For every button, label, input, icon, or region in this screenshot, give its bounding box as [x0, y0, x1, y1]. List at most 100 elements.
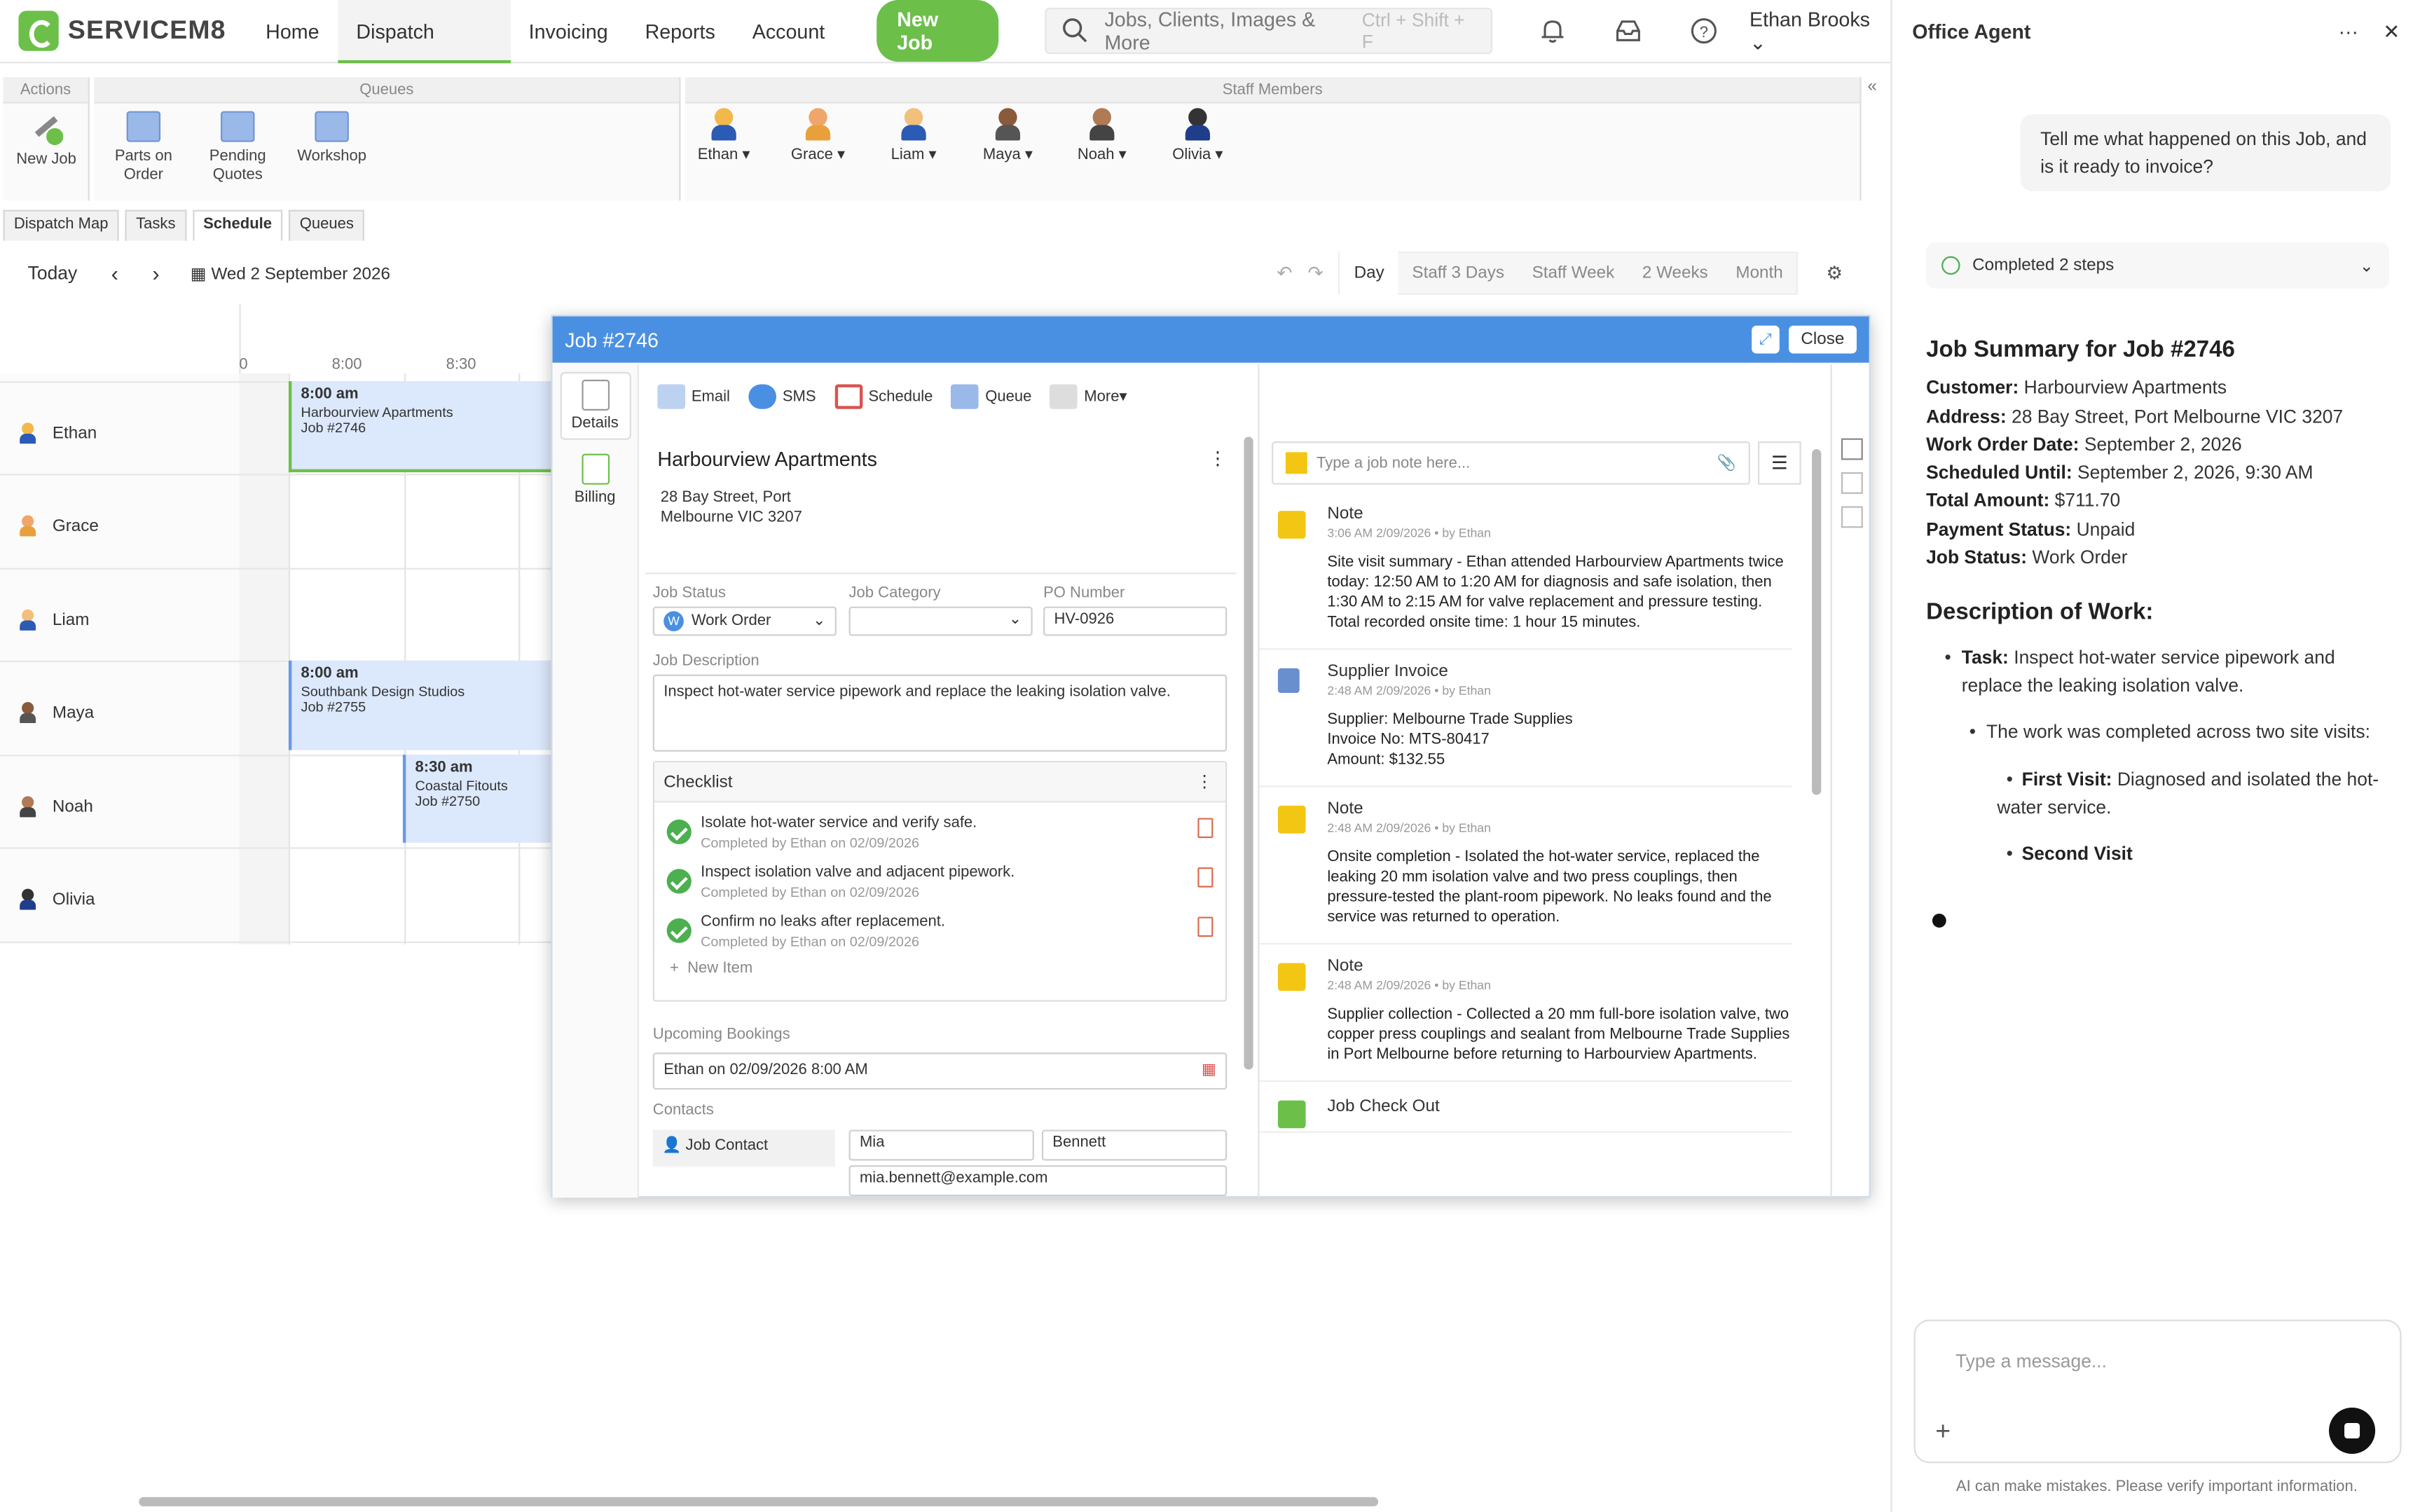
filter-icon[interactable]: ☰ — [1757, 441, 1801, 485]
booking-entry[interactable]: Ethan on 02/09/2026 8:00 AM ▦ — [652, 1052, 1228, 1090]
nav-dispatch-board[interactable]: Dispatch Board — [338, 0, 511, 106]
bell-icon[interactable] — [1538, 15, 1569, 46]
today-button[interactable]: Today — [28, 262, 78, 284]
clipboard-icon[interactable] — [1197, 916, 1214, 937]
staff-noah[interactable]: Noah ▾ — [1071, 108, 1133, 163]
side-billing[interactable]: Billing — [560, 448, 631, 513]
tab-tasks[interactable]: Tasks — [125, 209, 186, 241]
user-menu[interactable]: Ethan Brooks ⌄ — [1749, 7, 1890, 55]
caret-down-icon[interactable]: ▾ — [1215, 146, 1223, 163]
redo-icon[interactable]: ↷ — [1307, 262, 1323, 284]
staff-olivia[interactable]: Olivia ▾ — [1167, 108, 1228, 163]
kebab-menu-icon[interactable]: ⋮ — [1209, 448, 1227, 469]
nav-home[interactable]: Home — [247, 0, 338, 62]
job-note-input[interactable]: Type a job note here... 📎 — [1272, 441, 1750, 485]
global-search[interactable]: Jobs, Clients, Images & More Ctrl + Shif… — [1045, 8, 1493, 55]
nav-reports[interactable]: Reports — [626, 0, 734, 62]
checklist-item[interactable]: Inspect isolation valve and adjacent pip… — [654, 861, 1225, 910]
side-details[interactable]: Details — [559, 371, 631, 440]
queue-parts-on-order[interactable]: Parts on Order — [97, 111, 190, 186]
caret-down-icon[interactable]: ▾ — [1119, 146, 1127, 163]
email-button[interactable]: Email — [657, 384, 730, 409]
toolbar-new-job-button[interactable]: New Job — [0, 111, 92, 170]
nav-account[interactable]: Account ⌄ — [734, 0, 865, 106]
contact-type[interactable]: 👤 Job Contact — [652, 1129, 835, 1167]
sms-button[interactable]: SMS — [748, 384, 816, 409]
note-item[interactable]: Supplier Invoice 2:48 AM 2/09/2026 • by E… — [1259, 650, 1792, 788]
close-icon[interactable]: ✕ — [2383, 20, 2400, 44]
steps-summary[interactable]: Completed 2 steps ⌄ — [1926, 242, 2389, 289]
job-description-field[interactable]: Inspect hot-water service pipework and r… — [652, 674, 1228, 752]
collapse-panel-icon[interactable]: « — [1867, 77, 1876, 95]
caret-down-icon[interactable]: ▾ — [928, 146, 936, 163]
note-item[interactable]: Job Check Out — [1259, 1082, 1792, 1133]
more-options-icon[interactable]: ··· — [2338, 20, 2358, 43]
message-composer[interactable]: Type a message... + — [1913, 1319, 2402, 1464]
clipboard-icon[interactable] — [1197, 867, 1214, 888]
undo-icon[interactable]: ↶ — [1277, 262, 1292, 284]
expand-icon[interactable]: ⤢ — [1751, 325, 1780, 354]
tab-queues[interactable]: Queues — [289, 209, 365, 241]
checklist-item[interactable]: Confirm no leaks after replacement. Compl… — [654, 911, 1225, 960]
inbox-icon[interactable] — [1613, 15, 1644, 46]
app-logo[interactable]: SERVICEM8 — [18, 11, 247, 51]
calendar-icon[interactable]: ▦ — [1202, 1062, 1216, 1085]
queue-pending-quotes[interactable]: Pending Quotes — [191, 111, 284, 186]
new-item-button[interactable]: + New Item — [654, 960, 1225, 977]
checklist-item[interactable]: Isolate hot-water service and verify saf… — [654, 812, 1225, 861]
nav-invoicing[interactable]: Invoicing — [510, 0, 626, 62]
note-item[interactable]: Note 2:48 AM 2/09/2026 • by Ethan Supplier… — [1259, 944, 1792, 1083]
schedule-button[interactable]: Schedule — [834, 384, 933, 409]
note-title: Note — [1327, 504, 1363, 523]
paperclip-icon[interactable]: 📎 — [1717, 455, 1736, 472]
staff-liam[interactable]: Liam ▾ — [883, 108, 944, 163]
schedule-event[interactable]: 8:00 am Harbourview Apartments Job #2746 — [288, 381, 559, 473]
job-category-select[interactable]: ⌄ — [848, 606, 1033, 636]
kebab-menu-icon[interactable]: ⋮ — [1196, 762, 1213, 802]
help-icon[interactable]: ? — [1688, 15, 1719, 46]
new-job-button[interactable]: New Job — [876, 0, 999, 62]
copy-icon[interactable] — [1840, 506, 1862, 528]
close-button[interactable]: Close — [1788, 325, 1857, 354]
next-day-icon[interactable]: › — [152, 261, 159, 285]
range-month[interactable]: Month — [1722, 264, 1797, 282]
prev-day-icon[interactable]: ‹ — [111, 261, 118, 285]
schedule-event[interactable]: 8:00 am Southbank Design Studios Job #2755 — [288, 660, 559, 750]
contact-last-name[interactable]: Bennett — [1041, 1129, 1228, 1161]
vertical-scrollbar[interactable] — [1812, 449, 1822, 795]
contact-email[interactable]: mia.bennett@example.com — [848, 1165, 1228, 1197]
caret-down-icon[interactable]: ▾ — [742, 146, 750, 163]
plus-icon[interactable]: + — [1935, 1417, 1951, 1448]
side-label: Billing — [574, 489, 616, 507]
job-status-select[interactable]: W Work Order ⌄ — [652, 606, 837, 636]
message-input[interactable]: Type a message... — [1955, 1350, 2107, 1372]
range-day[interactable]: Day — [1340, 252, 1398, 295]
staff-maya[interactable]: Maya ▾ — [977, 108, 1038, 163]
schedule-event[interactable]: 8:30 am Coastal Fitouts Job #2750 — [402, 755, 558, 843]
print-icon[interactable] — [1840, 472, 1862, 494]
clipboard-icon[interactable] — [1197, 818, 1214, 839]
range-staff-3-days[interactable]: Staff 3 Days — [1398, 264, 1518, 282]
staff-grace[interactable]: Grace ▾ — [787, 108, 848, 163]
horizontal-scrollbar[interactable] — [139, 1497, 1379, 1506]
range-staff-week[interactable]: Staff Week — [1518, 264, 1628, 282]
caret-down-icon[interactable]: ▾ — [837, 146, 845, 163]
date-picker[interactable]: ▦ Wed 2 September 2026 — [191, 263, 390, 283]
task-text: Inspect hot-water service pipework and r… — [1961, 646, 2335, 696]
more-button[interactable]: More ▾ — [1050, 384, 1127, 409]
po-number-field[interactable]: HV-0926 — [1043, 606, 1228, 636]
note-item[interactable]: Note 2:48 AM 2/09/2026 • by Ethan Onsite c… — [1259, 787, 1792, 945]
range-2-weeks[interactable]: 2 Weeks — [1628, 264, 1721, 282]
gear-icon[interactable]: ⚙ — [1826, 262, 1843, 284]
queue-button[interactable]: Queue — [951, 384, 1031, 409]
vertical-scrollbar[interactable] — [1244, 437, 1253, 1070]
staff-ethan[interactable]: Ethan ▾ — [693, 108, 755, 163]
stop-button[interactable] — [2329, 1407, 2376, 1455]
queue-workshop[interactable]: Workshop — [286, 111, 378, 167]
tab-schedule[interactable]: Schedule — [192, 209, 283, 241]
tab-dispatch-map[interactable]: Dispatch Map — [3, 209, 119, 241]
contact-first-name[interactable]: Mia — [848, 1129, 1034, 1161]
note-item[interactable]: Note 3:06 AM 2/09/2026 • by Ethan Site vis… — [1259, 493, 1792, 650]
notes-view-icon[interactable] — [1840, 438, 1862, 460]
caret-down-icon[interactable]: ▾ — [1025, 146, 1033, 163]
